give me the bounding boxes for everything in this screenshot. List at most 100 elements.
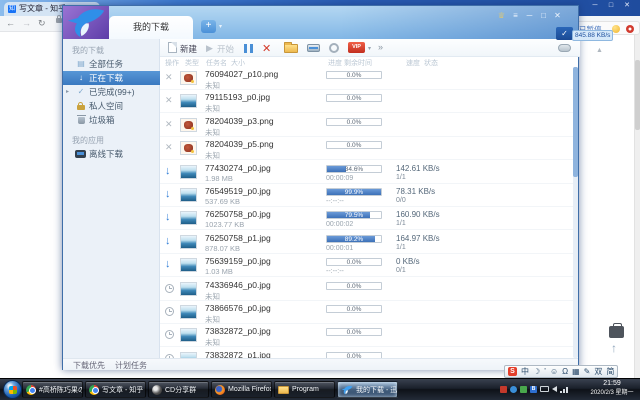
download-manager-window: 我的下载 + ▾ ♕ ≡ ─ □ ✕ 我的下载▤全部任务↓正在下载▸✓已完成(9… (62, 5, 579, 370)
ime-item[interactable]: 双 (594, 366, 602, 377)
peers-count: 1/1 (396, 244, 406, 251)
expander-icon[interactable]: ▸ (66, 85, 69, 99)
sidebar-item-trash[interactable]: 垃圾箱 (63, 113, 160, 127)
sidebar-item-offline[interactable]: 离线下载 (63, 147, 160, 161)
taskbar-clock[interactable]: 21:59 2020/2/3 星期一 (585, 379, 639, 397)
vip-crown-icon[interactable]: ♕ (495, 11, 508, 21)
download-row[interactable]: 74336946_p0.jpg未知0.0% (160, 278, 573, 301)
tab-my-downloads[interactable]: 我的下载 (109, 16, 193, 39)
sidebar-item-downloading[interactable]: ↓正在下载 (63, 71, 160, 85)
maximize-button[interactable]: □ (537, 11, 550, 21)
record-stop-icon[interactable] (626, 25, 634, 33)
download-row[interactable]: ↓76549519_p0.jpg537.69 KB99.9%--:--:--78… (160, 184, 573, 207)
download-speed: 142.61 KB/s (396, 164, 440, 173)
downloading-arrow-icon: ↓ (165, 235, 171, 247)
taskbar-button[interactable]: #高桥陈巧果の... (22, 381, 83, 398)
download-row[interactable]: ↓75639159_p0.jpg1.03 MB0.0%--:--:--0 KB/… (160, 254, 573, 277)
download-row[interactable]: 73832872_p1.jpg未知0.0% (160, 348, 573, 358)
download-row[interactable]: 73866576_p0.jpg未知0.0% (160, 301, 573, 324)
chat-group-icon (152, 385, 162, 395)
menu-icon[interactable]: ≡ (509, 11, 522, 21)
start-button[interactable] (3, 380, 22, 399)
file-size: 1.98 MB (205, 174, 233, 183)
downloading-arrow-icon: ↓ (165, 211, 171, 223)
progress-bar: 99.9% (326, 188, 382, 196)
download-row[interactable]: ↓77430274_p0.jpg1.98 MB34.6%00:00:09142.… (160, 161, 573, 184)
download-priority-button[interactable]: 下载优先 (73, 360, 105, 371)
scheduled-tasks-button[interactable]: 计划任务 (115, 360, 147, 371)
tray-icon-red[interactable] (500, 386, 507, 393)
ime-item[interactable]: ✎ (584, 367, 591, 376)
system-tray: B (500, 381, 568, 397)
taskbar-button[interactable]: 我的下载 - 迅... (337, 381, 398, 398)
taskbar-button[interactable]: Mozilla Firefox (211, 381, 272, 398)
tray-icon-blue[interactable] (510, 386, 517, 393)
more-tools-icon[interactable]: » (378, 42, 383, 52)
time-remaining: --:--:-- (326, 268, 344, 275)
download-row[interactable]: ✕79115193_p0.jpg未知0.0% (160, 90, 573, 113)
ime-item[interactable]: ☺ (550, 367, 558, 376)
list-scrollbar[interactable] (573, 67, 578, 358)
download-row[interactable]: ✕76094027_p10.png未知0.0% (160, 67, 573, 90)
ime-item[interactable]: ☽ (533, 367, 540, 376)
start-icon[interactable]: ▶ (206, 43, 213, 54)
remove-task-icon[interactable]: ✕ (165, 72, 173, 83)
delete-icon[interactable]: ✕ (262, 42, 271, 55)
reload-icon[interactable]: ↻ (38, 18, 46, 29)
toolbar-toggle-pill[interactable] (558, 44, 571, 52)
settings-disc-icon[interactable] (329, 43, 339, 53)
back-to-top-icon[interactable]: ↑ (611, 341, 617, 355)
sogou-logo-icon[interactable]: S (508, 367, 517, 376)
new-task-icon[interactable] (168, 42, 177, 53)
browser-scrollbar[interactable] (634, 32, 640, 378)
volume-icon[interactable] (552, 386, 557, 392)
bluetooth-icon[interactable]: B (530, 386, 537, 393)
minimize-button[interactable]: ─ (523, 11, 536, 21)
download-row[interactable]: ↓76250758_p0.jpg1023.77 KB79.5%00:00:021… (160, 207, 573, 230)
forward-icon[interactable]: → (22, 18, 31, 28)
new-tab-button[interactable]: + (201, 20, 216, 33)
device-transfer-icon[interactable] (307, 44, 320, 52)
file-thumbnail (180, 211, 197, 225)
start-button[interactable]: 开始 (217, 43, 234, 55)
vip-badge[interactable]: VIP (348, 42, 365, 53)
ime-item[interactable]: Ω (562, 367, 568, 376)
tray-icon-green[interactable] (520, 386, 527, 393)
browser-minimize-button[interactable]: ─ (588, 1, 602, 10)
new-task-button[interactable]: 新建 (180, 43, 197, 55)
open-folder-icon[interactable] (284, 44, 298, 53)
vip-caret-icon[interactable]: ▾ (368, 45, 371, 52)
display-icon[interactable] (540, 386, 549, 392)
file-name: 73866576_p0.jpg (205, 303, 271, 313)
scroll-up-arrow-icon[interactable]: ▲ (596, 47, 603, 54)
ime-item[interactable]: ’ (544, 367, 546, 376)
ime-item[interactable]: ▦ (572, 367, 580, 376)
back-icon[interactable]: ← (6, 18, 15, 28)
close-button[interactable]: ✕ (551, 11, 564, 21)
download-row[interactable]: ✕78204039_p5.png未知0.0% (160, 137, 573, 160)
file-name: 78204039_p5.png (205, 139, 274, 149)
taskbar-button[interactable]: CD分享群 (148, 381, 209, 398)
browser-maximize-button[interactable]: □ (604, 1, 618, 10)
browser-close-button[interactable]: ✕ (620, 1, 634, 10)
sidebar-item-completed[interactable]: ▸✓已完成(99+) (63, 85, 160, 99)
toolbox-icon[interactable] (609, 326, 624, 338)
pause-icon[interactable] (244, 44, 253, 53)
ime-item[interactable]: 中 (521, 366, 529, 377)
remove-task-icon[interactable]: ✕ (165, 142, 173, 153)
smiley-icon[interactable] (612, 25, 620, 33)
download-row[interactable]: ↓76250758_p1.jpg878.07 KB89.2%00:00:0116… (160, 231, 573, 254)
download-row[interactable]: ✕78204039_p3.png未知0.0% (160, 114, 573, 137)
taskbar-button[interactable]: 写文章 - 知乎 ... (85, 381, 146, 398)
ime-item[interactable]: 简 (606, 366, 614, 377)
progress-percent: 0.0% (327, 119, 381, 126)
sidebar-item-all-tasks[interactable]: ▤全部任务 (63, 57, 160, 71)
remove-task-icon[interactable]: ✕ (165, 95, 173, 106)
remove-task-icon[interactable]: ✕ (165, 119, 173, 130)
download-row[interactable]: 73832872_p0.jpg未知0.0% (160, 324, 573, 347)
progress-percent: 0.0% (327, 95, 381, 102)
new-tab-caret-icon[interactable]: ▾ (219, 23, 222, 30)
network-icon[interactable] (560, 386, 568, 393)
taskbar-button[interactable]: Program (274, 381, 335, 398)
sidebar-item-private[interactable]: 私人空间 (63, 99, 160, 113)
